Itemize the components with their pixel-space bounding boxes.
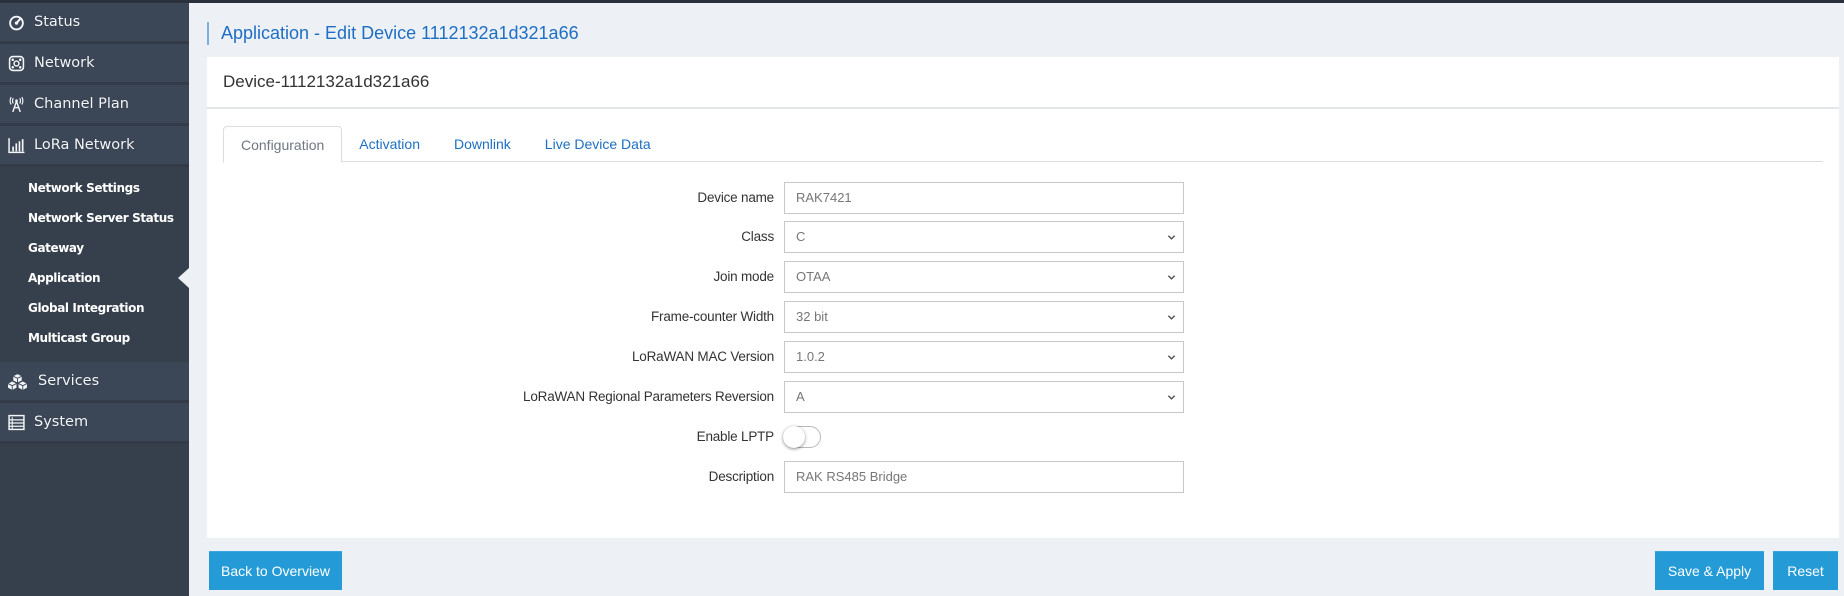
mac-version-label: LoRaWAN MAC Version <box>632 349 774 364</box>
class-select[interactable]: C <box>784 221 1184 253</box>
join-mode-select-value: OTAA <box>796 269 831 284</box>
form-row-frame-counter-width: Frame-counter Width 32 bit <box>207 301 1207 333</box>
sidebar-item-label: LoRa Network <box>34 137 135 153</box>
sidebar-item-label: Network <box>34 55 95 71</box>
submenu-item-gateway[interactable]: Gateway <box>0 233 189 263</box>
mac-version-select-value: 1.0.2 <box>796 349 825 364</box>
signal-bars-icon <box>7 136 25 154</box>
regional-params-label: LoRaWAN Regional Parameters Reversion <box>523 389 774 404</box>
form-row-device-name: Device name RAK7421 <box>207 182 1207 214</box>
sidebar-item-lora-network[interactable]: LoRa Network <box>0 126 189 167</box>
description-label: Description <box>708 469 775 484</box>
device-name-input[interactable]: RAK7421 <box>784 182 1184 214</box>
mac-version-select[interactable]: 1.0.2 <box>784 341 1184 373</box>
enable-lptp-toggle[interactable] <box>783 426 821 448</box>
form-row-enable-lptp: Enable LPTP <box>207 421 1207 453</box>
page-title: Application - Edit Device 1112132a1d321a… <box>207 22 579 45</box>
tab-downlink[interactable]: Downlink <box>437 126 528 162</box>
regional-params-select[interactable]: A <box>784 381 1184 413</box>
form-row-mac-version: LoRaWAN MAC Version 1.0.2 <box>207 341 1207 373</box>
sidebar-item-status[interactable]: Status <box>0 3 189 44</box>
back-to-overview-button[interactable]: Back to Overview <box>209 551 342 590</box>
chevron-down-icon <box>1167 235 1176 240</box>
sidebar-item-channel-plan[interactable]: Channel Plan <box>0 85 189 126</box>
regional-params-select-value: A <box>796 389 805 404</box>
cubes-icon <box>6 372 28 390</box>
form-row-class: Class C <box>207 221 1207 253</box>
gauge-icon <box>7 13 25 31</box>
submenu-item-global-integration[interactable]: Global Integration <box>0 293 189 323</box>
antenna-icon <box>7 95 25 113</box>
form-row-join-mode: Join mode OTAA <box>207 261 1207 293</box>
sidebar: Status Network Channel Plan LoRa Network… <box>0 3 189 596</box>
server-list-icon <box>7 413 25 431</box>
submenu-item-network-settings[interactable]: Network Settings <box>0 173 189 203</box>
card-header: Device-1112132a1d321a66 <box>207 57 1839 109</box>
top-strip <box>0 0 1844 3</box>
class-label: Class <box>741 229 774 244</box>
submenu-item-multicast-group[interactable]: Multicast Group <box>0 323 189 353</box>
reset-button[interactable]: Reset <box>1773 551 1838 590</box>
sidebar-item-label: System <box>34 414 89 430</box>
submenu-item-network-server-status[interactable]: Network Server Status <box>0 203 189 233</box>
chevron-down-icon <box>1167 275 1176 280</box>
class-select-value: C <box>796 229 806 244</box>
submenu-item-application[interactable]: Application <box>0 263 189 293</box>
sidebar-item-network[interactable]: Network <box>0 44 189 85</box>
save-apply-button[interactable]: Save & Apply <box>1655 551 1764 590</box>
device-header-title: Device-1112132a1d321a66 <box>223 72 430 91</box>
sidebar-item-label: Services <box>38 373 100 389</box>
tab-bar: Configuration Activation Downlink Live D… <box>223 126 1823 163</box>
device-edit-card: Device-1112132a1d321a66 Configuration Ac… <box>207 57 1839 538</box>
frame-counter-width-select[interactable]: 32 bit <box>784 301 1184 333</box>
lora-network-submenu: Network Settings Network Server Status G… <box>0 167 189 362</box>
network-icon <box>7 54 25 72</box>
form-row-description: Description RAK RS485 Bridge <box>207 461 1207 493</box>
device-name-label: Device name <box>697 190 774 205</box>
form-row-regional-params: LoRaWAN Regional Parameters Reversion A <box>207 381 1207 413</box>
frame-counter-width-label: Frame-counter Width <box>651 309 774 324</box>
enable-lptp-label: Enable LPTP <box>696 429 775 444</box>
tab-configuration[interactable]: Configuration <box>223 126 343 163</box>
join-mode-label: Join mode <box>713 269 775 284</box>
sidebar-item-label: Status <box>34 14 81 30</box>
chevron-down-icon <box>1167 315 1176 320</box>
tab-activation[interactable]: Activation <box>342 126 437 162</box>
tab-live-device-data[interactable]: Live Device Data <box>528 126 668 162</box>
sidebar-item-services[interactable]: Services <box>0 362 189 403</box>
sidebar-item-label: Channel Plan <box>34 96 129 112</box>
sidebar-item-system[interactable]: System <box>0 403 189 444</box>
join-mode-select[interactable]: OTAA <box>784 261 1184 293</box>
chevron-down-icon <box>1167 395 1176 400</box>
description-input[interactable]: RAK RS485 Bridge <box>784 461 1184 493</box>
chevron-down-icon <box>1167 355 1176 360</box>
toggle-knob <box>783 426 805 448</box>
frame-counter-width-select-value: 32 bit <box>796 309 828 324</box>
